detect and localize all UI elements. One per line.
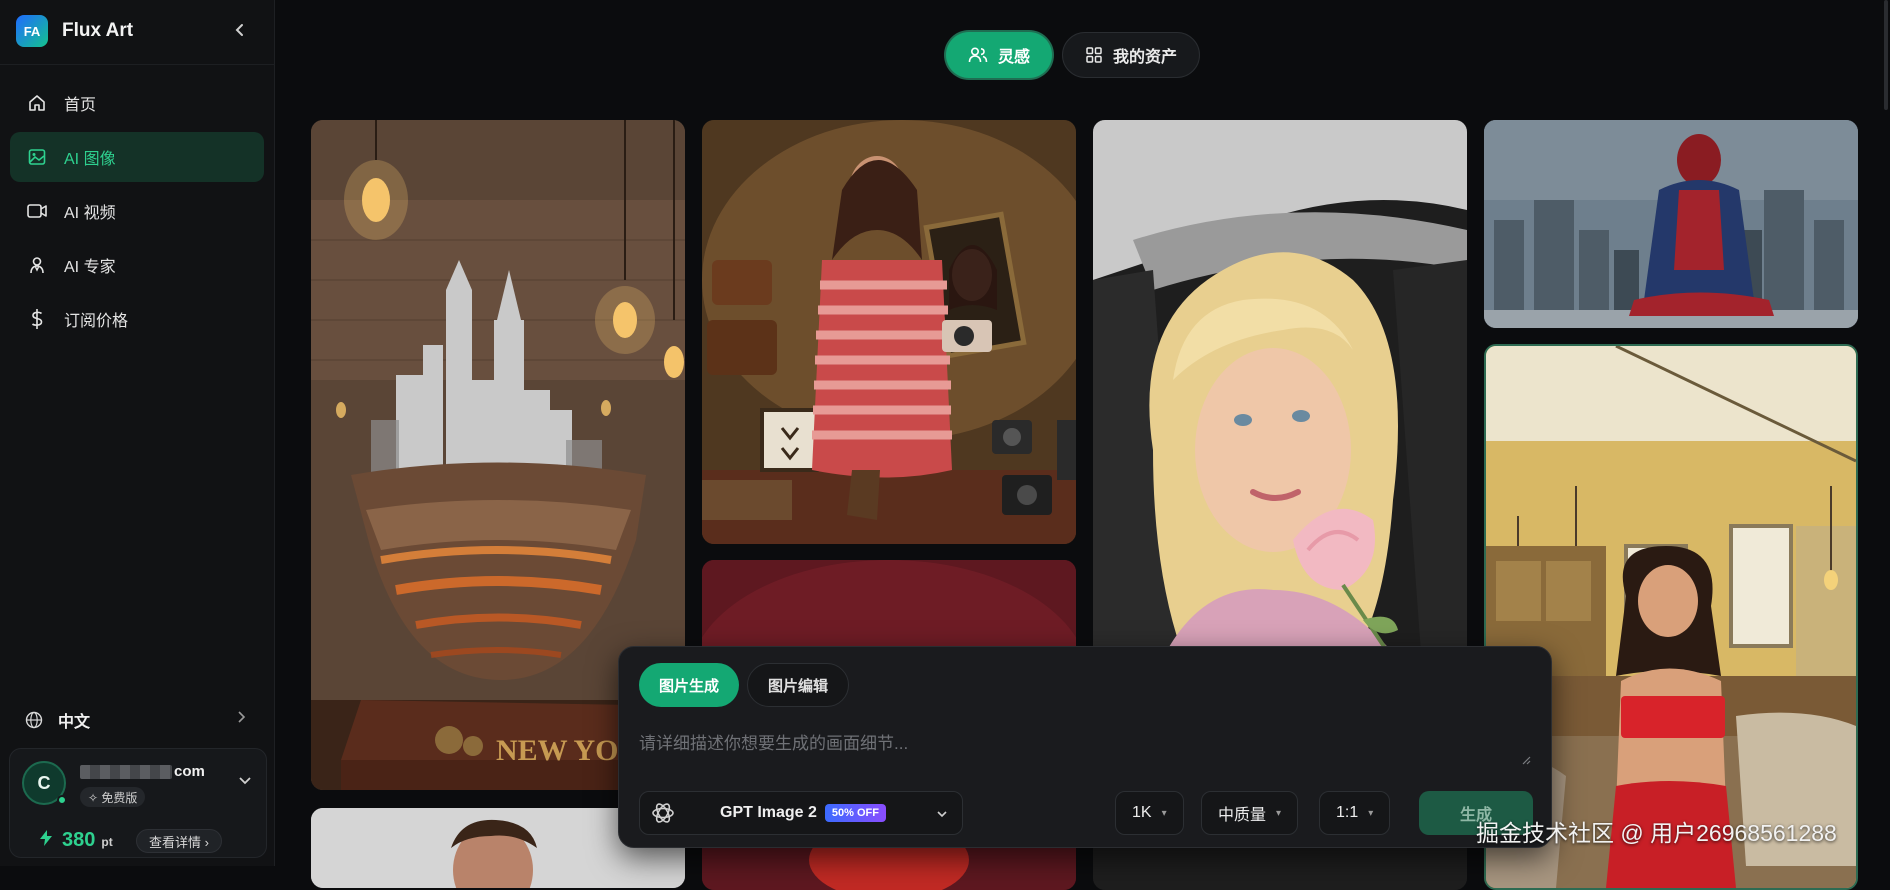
sidebar-item-label: 首页 [64,97,97,114]
sidebar: FA Flux Art 首页 AI 图像 AI 视频 AI 专家 订阅价格 中文… [0,0,275,866]
sidebar-item-ai-expert[interactable]: AI 专家 [10,240,264,290]
tab-inspiration[interactable]: 灵感 [946,32,1053,78]
watermark: 掘金技术社区 @ 用户26968561288 [1476,820,1837,846]
sidebar-item-label: 订阅价格 [64,313,129,330]
sidebar-item-home[interactable]: 首页 [10,78,264,128]
tab-my-assets[interactable]: 我的资产 [1062,32,1201,78]
chevron-down-icon: ▾ [1368,807,1374,819]
email-redacted [80,765,172,780]
aspect-ratio-select[interactable]: 1:1 ▾ [1319,791,1391,835]
model-name: GPT Image 2 [720,804,817,821]
chevron-down-icon[interactable] [238,773,252,791]
top-tabs: 灵感 我的资产 [946,32,1210,78]
video-icon [26,200,48,222]
points-balance: 380 pt [40,829,113,852]
plan-badge: ✧ 免费版 [80,787,146,807]
bolt-icon [40,830,52,849]
points-unit: pt [101,835,113,849]
quality-select[interactable]: 中质量 ▾ [1201,791,1299,835]
brand-logo: FA [16,15,48,47]
brand[interactable]: FA Flux Art [16,14,133,48]
home-icon [26,92,48,114]
user-card[interactable]: C com ✧ 免费版 380 pt 查看详情 › [9,748,267,858]
quality-value: 中质量 [1218,807,1267,824]
prompt-input[interactable] [639,729,1533,775]
discount-badge: 50% OFF [824,804,886,822]
points-value: 380 [62,829,96,851]
brand-name: Flux Art [62,20,134,41]
spiderman-artwork [1484,120,1858,328]
chevron-left-icon [235,24,243,36]
language-label: 中文 [58,714,91,731]
sidebar-item-ai-video[interactable]: AI 视频 [10,186,264,236]
sidebar-divider [0,64,275,65]
chevron-right-icon [236,710,246,729]
users-icon [968,46,988,64]
online-status-dot [57,795,67,805]
language-selector[interactable]: 中文 [10,700,264,740]
striped-dress-artwork [702,120,1076,544]
openai-icon [650,800,676,826]
prompt-panel: 图片生成 图片编辑 GPT Image 2 50% OFF 1K ▾ 中质量 ▾… [618,646,1552,848]
tab-label: 灵感 [998,49,1031,66]
chevron-down-icon: ▾ [1276,807,1282,819]
chevron-down-icon [936,806,948,824]
sidebar-item-label: AI 专家 [64,259,116,276]
image-icon [26,146,48,168]
gallery-item-spiderman-rooftop[interactable] [1484,120,1858,328]
resolution-value: 1K [1132,804,1152,821]
page-scrollbar[interactable] [1884,0,1888,110]
gallery-item-woman-striped-dress[interactable] [702,120,1076,544]
user-email: com [80,763,205,780]
view-details-button[interactable]: 查看详情 › [136,829,222,853]
resolution-select[interactable]: 1K ▾ [1115,791,1184,835]
model-selector[interactable]: GPT Image 2 50% OFF [639,791,963,835]
sidebar-item-ai-image[interactable]: AI 图像 [10,132,264,182]
globe-icon [24,710,44,730]
resize-handle-icon[interactable] [1521,755,1531,768]
expert-icon [26,254,48,276]
tab-image-generation[interactable]: 图片生成 [639,663,740,707]
sidebar-nav: 首页 AI 图像 AI 视频 AI 专家 订阅价格 [10,78,264,348]
dollar-icon [26,308,48,330]
sidebar-item-label: AI 视频 [64,205,116,222]
tab-label: 我的资产 [1113,49,1178,66]
email-suffix: com [174,763,205,780]
collapse-sidebar-button[interactable] [228,18,252,42]
tab-image-edit[interactable]: 图片编辑 [747,663,850,707]
sidebar-item-label: AI 图像 [64,151,116,168]
grid-icon [1085,46,1103,64]
chevron-down-icon: ▾ [1161,807,1167,819]
mode-tabs: 图片生成 图片编辑 [639,663,857,707]
sidebar-item-pricing[interactable]: 订阅价格 [10,294,264,344]
aspect-ratio-value: 1:1 [1336,804,1359,821]
